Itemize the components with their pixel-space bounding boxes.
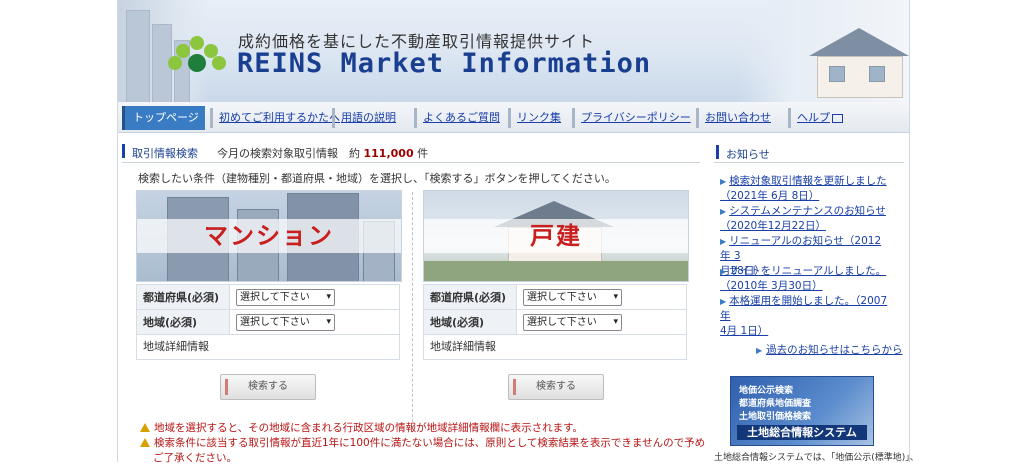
mansion-prefecture-select[interactable]: 選択して下さい ▾	[236, 288, 335, 306]
news-item[interactable]: ▶ 検索対象取引情報を更新しました （2021年 6月 8日）	[720, 174, 890, 204]
house-search-panel: 戸建 都道府県(必須) 選択して下さい ▾ 地域(必須) 選択して下さい ▾ 地域詳…	[423, 190, 689, 360]
news-item[interactable]: ▶ サイトをリニューアルしました。 （2010年 3月30日）	[720, 264, 890, 294]
land-info-system-banner[interactable]: 地価公示検索 都道府県地価調査 土地取引価格検索 土地総合情報システム	[730, 376, 874, 446]
arrow-right-icon: ▶	[720, 237, 727, 246]
past-news-link[interactable]: ▶ 過去のお知らせはこちらから	[756, 342, 902, 357]
house-area-select[interactable]: 選択して下さい ▾	[523, 313, 622, 331]
banner-line: 地価公示検索	[739, 386, 794, 396]
mansion-search-button[interactable]: 検索する	[220, 374, 316, 400]
house-area-detail: 地域詳細情報	[423, 335, 687, 360]
column-divider	[412, 192, 413, 422]
nav-links[interactable]: リンク集	[508, 108, 561, 128]
house-search-button[interactable]: 検索する	[508, 374, 604, 400]
nav-help[interactable]: ヘルプ	[788, 108, 843, 128]
global-nav: トップページ 初めてご利用するかたへ 用語の説明 よくあるご質問 リンク集 プラ…	[118, 102, 909, 133]
nav-top-page[interactable]: トップページ	[122, 106, 205, 130]
nav-contact[interactable]: お問い合わせ	[696, 108, 771, 128]
warning-icon	[140, 423, 150, 432]
mansion-heading: マンション	[204, 222, 334, 250]
external-window-icon	[832, 113, 843, 123]
search-section-title: 取引情報検索	[132, 147, 198, 160]
note-insufficient-data: 検索条件に該当する取引情報が直近1年に100件に満たない場合には、原則として検索…	[140, 435, 705, 450]
area-label: 地域(必須)	[423, 309, 517, 335]
house-banner-image: 戸建	[423, 190, 689, 282]
mansion-area-detail: 地域詳細情報	[136, 335, 400, 360]
site-header: 成約価格を基にした不動産取引情報提供サイト REINS Market Infor…	[118, 0, 909, 102]
arrow-right-icon: ▶	[756, 346, 763, 355]
mansion-area-select[interactable]: 選択して下さい ▾	[236, 313, 335, 331]
banner-line: 都道府県地価調査	[739, 399, 812, 409]
note-area-detail: 地域を選択すると、その地域に含まれる行政区域の情報が地域詳細情報欄に表示されます…	[140, 420, 583, 435]
news-title: お知らせ	[726, 148, 770, 161]
banner-line: 土地取引価格検索	[739, 412, 812, 422]
area-label: 地域(必須)	[136, 309, 230, 335]
chevron-down-icon: ▾	[326, 291, 331, 302]
mansion-search-panel: マンション 都道府県(必須) 選択して下さい ▾ 地域(必須) 選択して下さい ▾ …	[136, 190, 402, 360]
nav-glossary[interactable]: 用語の説明	[332, 108, 396, 128]
news-sidebar: お知らせ ▶ 検索対象取引情報を更新しました （2021年 6月 8日） ▶ システム…	[714, 142, 919, 463]
warning-icon	[140, 438, 150, 447]
mansion-banner-image: マンション	[136, 190, 402, 282]
arrow-right-icon: ▶	[720, 207, 727, 216]
arrow-right-icon: ▶	[720, 177, 727, 186]
news-item[interactable]: ▶ システムメンテナンスのお知らせ （2020年12月22日）	[720, 204, 890, 234]
header-house-image	[739, 0, 909, 102]
prefecture-label: 都道府県(必須)	[423, 284, 517, 310]
note-continuation: ご了承ください。	[153, 452, 237, 464]
search-instruction: 検索したい条件（建物種別・都道府県・地域）を選択し、「検索する」ボタンを押してく…	[138, 172, 616, 185]
news-header: お知らせ	[714, 142, 904, 163]
arrow-right-icon: ▶	[720, 297, 727, 306]
house-heading: 戸建	[530, 222, 582, 250]
nav-privacy[interactable]: プライバシーポリシー	[572, 108, 691, 128]
house-prefecture-select[interactable]: 選択して下さい ▾	[523, 288, 622, 306]
house-criteria-table: 都道府県(必須) 選択して下さい ▾ 地域(必須) 選択して下さい ▾	[423, 284, 687, 335]
page: 成約価格を基にした不動産取引情報提供サイト REINS Market Infor…	[117, 0, 919, 464]
arrow-right-icon: ▶	[720, 267, 727, 276]
banner-description: 土地総合情報システムでは、「地価公示(標準地)」、	[714, 453, 919, 463]
chevron-down-icon: ▾	[613, 316, 618, 327]
mansion-criteria-table: 都道府県(必須) 選択して下さい ▾ 地域(必須) 選択して下さい ▾	[136, 284, 400, 335]
site-brand[interactable]: REINS Market Information	[237, 48, 651, 79]
nav-first-time[interactable]: 初めてご利用するかたへ	[210, 108, 340, 128]
record-count: 今月の検索対象取引情報 約 111,000 件	[217, 147, 429, 160]
nav-faq[interactable]: よくあるご質問	[414, 108, 500, 128]
reins-logo-icon[interactable]	[168, 34, 234, 74]
news-item[interactable]: ▶ 本格運用を開始しました。（2007年 4月 1日）	[720, 294, 890, 339]
chevron-down-icon: ▾	[326, 316, 331, 327]
prefecture-label: 都道府県(必須)	[136, 284, 230, 310]
search-section-header: 取引情報検索 今月の検索対象取引情報 約 111,000 件	[122, 142, 700, 163]
chevron-down-icon: ▾	[613, 291, 618, 302]
banner-title: 土地総合情報システム	[737, 425, 867, 440]
